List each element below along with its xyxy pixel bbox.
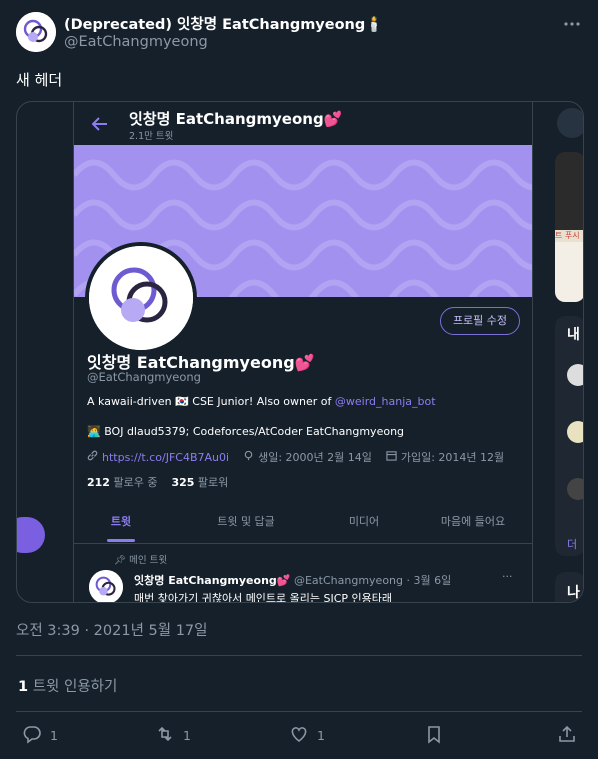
retweet-count: 1 bbox=[183, 727, 191, 743]
tab-tweets-replies: 트윗 및 답글 bbox=[217, 515, 275, 528]
tab-likes: 마음에 들어요 bbox=[440, 515, 506, 528]
who-to-follow-card: 내 더 bbox=[555, 316, 583, 556]
tweet-text: 새 헤더 bbox=[16, 71, 63, 89]
following-label: 팔로우 중 bbox=[113, 476, 158, 489]
retweet-icon bbox=[155, 724, 175, 747]
pin-icon: 📌︎ bbox=[114, 555, 127, 566]
show-more-fragment: 더 bbox=[567, 538, 578, 551]
profile-follow-counts: 212 팔로우 중 325 팔로워 bbox=[87, 474, 228, 490]
bio-text: A kawaii-driven 🇰🇷 CSE Junior! Also owne… bbox=[87, 395, 335, 408]
bio-mention-link: @weird_hanja_bot bbox=[334, 395, 436, 408]
inner-tweet-name: 잇창명 EatChangmyeong💕 bbox=[134, 574, 291, 587]
like-button[interactable]: 1 bbox=[289, 722, 325, 748]
active-tab-indicator bbox=[107, 539, 135, 542]
inner-tweet-header: 잇창명 EatChangmyeong💕 @EatChangmyeong · 3월… bbox=[134, 572, 451, 588]
trend-media-bg bbox=[555, 242, 583, 302]
suggested-avatar bbox=[567, 421, 583, 443]
profile-url: https://t.co/JFC4B7Au0i bbox=[102, 450, 230, 464]
quote-count: 1 bbox=[18, 679, 29, 695]
inner-tweet-meta: @EatChangmyeong · 3월 6일 bbox=[293, 574, 452, 587]
suggested-avatar bbox=[567, 364, 583, 386]
search-icon bbox=[557, 108, 583, 138]
trend-media-text: 트 푸시 bbox=[555, 230, 583, 242]
trends-card: 나 bbox=[555, 572, 583, 602]
profile-handle: @EatChangmyeong bbox=[87, 370, 201, 384]
more-icon[interactable] bbox=[562, 14, 582, 34]
tweet-image[interactable]: 잇창명 EatChangmyeong💕 2.1만 트윗 프로필 수정 잇창명 E… bbox=[16, 101, 584, 603]
pinned-label-text: 메인 트윗 bbox=[129, 555, 168, 566]
author-name[interactable]: (Deprecated) 잇창명 EatChangmyeong🕯️ bbox=[64, 13, 383, 34]
right-column-divider bbox=[532, 102, 533, 602]
tweet-timestamp[interactable]: 오전 3:39 · 2021년 5월 17일 bbox=[16, 619, 208, 640]
profile-header-title: 잇창명 EatChangmyeong💕 bbox=[129, 110, 343, 128]
following-count: 212 bbox=[87, 476, 110, 489]
tab-tweets: 트윗 bbox=[110, 515, 132, 528]
profile-joined: 가입일: 2014년 12월 bbox=[400, 451, 505, 464]
calendar-icon bbox=[386, 450, 397, 464]
bookmark-icon bbox=[424, 724, 444, 747]
reply-button[interactable]: 1 bbox=[22, 722, 58, 748]
link-icon bbox=[87, 450, 98, 464]
trend-media-card: 트 푸시 bbox=[555, 152, 583, 302]
profile-meta-row: https://t.co/JFC4B7Au0i 생일: 2000년 2월 14일… bbox=[87, 449, 504, 465]
retweet-button[interactable]: 1 bbox=[155, 722, 191, 748]
tweet-compose-button bbox=[17, 517, 45, 553]
profile-tweet-count: 2.1만 트윗 bbox=[129, 131, 174, 142]
divider bbox=[16, 655, 582, 656]
suggested-avatar bbox=[567, 478, 583, 500]
back-arrow-icon bbox=[91, 116, 108, 135]
divider bbox=[16, 711, 582, 712]
pinned-tweet-label: 📌︎ 메인 트윗 bbox=[114, 552, 167, 566]
reply-icon bbox=[22, 724, 42, 747]
tab-media: 미디어 bbox=[348, 515, 380, 528]
share-icon bbox=[557, 724, 577, 747]
author-handle[interactable]: @EatChangmyeong bbox=[64, 34, 208, 50]
profile-bio-line1: A kawaii-driven 🇰🇷 CSE Junior! Also owne… bbox=[87, 395, 436, 408]
profile-avatar bbox=[85, 242, 197, 354]
like-count: 1 bbox=[317, 727, 325, 743]
author-avatar[interactable] bbox=[16, 12, 56, 52]
trends-heading-fragment: 나 bbox=[567, 585, 580, 601]
quote-label: 트윗 인용하기 bbox=[32, 679, 118, 695]
profile-tabs: 트윗 트윗 및 답글 미디어 마음에 들어요 bbox=[74, 503, 532, 544]
profile-birthday: 생일: 2000년 2월 14일 bbox=[258, 451, 372, 464]
section-heading-fragment: 내 bbox=[567, 327, 580, 343]
bookmark-button[interactable] bbox=[424, 722, 444, 748]
quote-tweets-link[interactable]: 1 트윗 인용하기 bbox=[18, 675, 117, 696]
followers-label: 팔로워 bbox=[197, 476, 229, 489]
reply-count: 1 bbox=[50, 727, 58, 743]
inner-tweet-text: 매번 찾아가기 귀찮아서 메인트로 올리는 SICP 인용타래 bbox=[134, 592, 393, 603]
followers-count: 325 bbox=[171, 476, 195, 489]
profile-bio-line2: 🧑‍💻 BOJ dlaud5379; Codeforces/AtCoder Ea… bbox=[87, 425, 405, 438]
birthday-icon bbox=[243, 450, 254, 464]
inner-tweet-avatar bbox=[89, 570, 123, 602]
edit-profile-button: 프로필 수정 bbox=[440, 307, 520, 335]
inner-more-icon: ··· bbox=[502, 570, 513, 583]
like-icon bbox=[289, 724, 309, 747]
share-button[interactable] bbox=[557, 722, 577, 748]
